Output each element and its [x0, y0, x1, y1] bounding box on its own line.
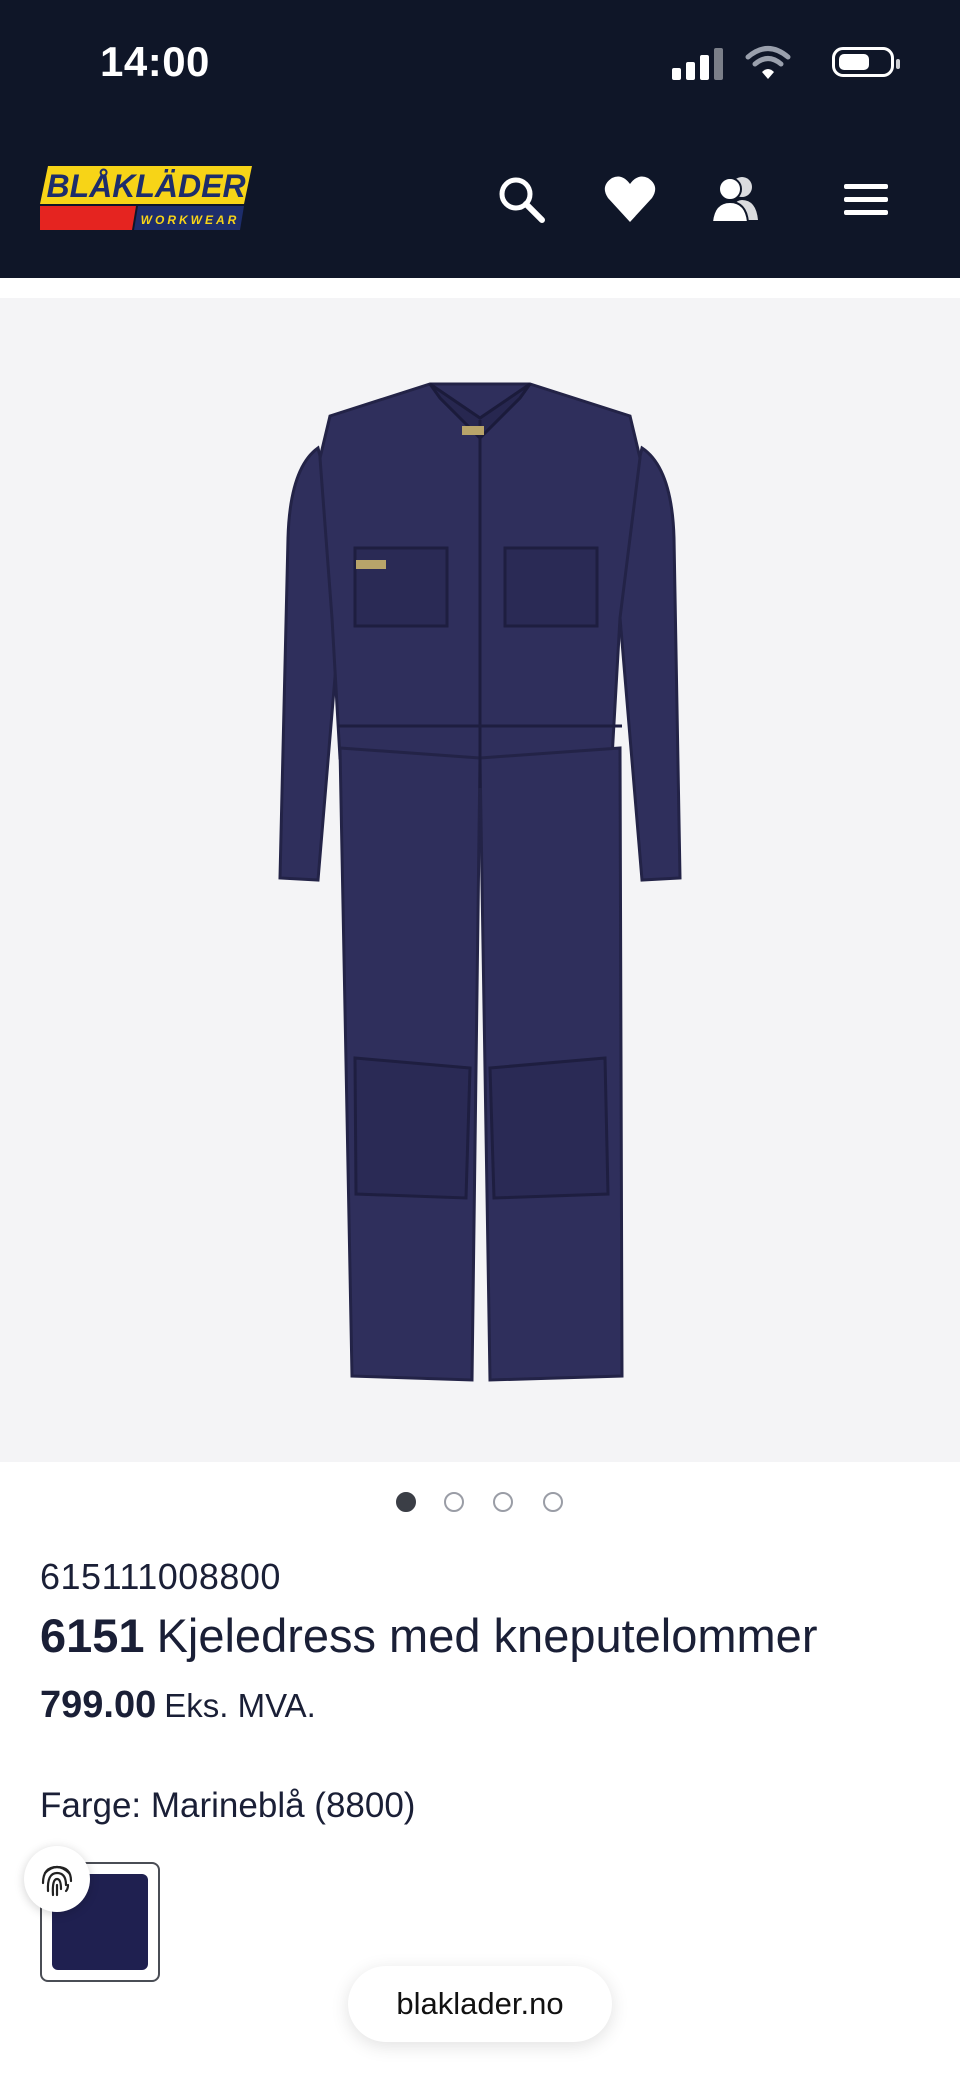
product-model-number: 6151 — [40, 1609, 145, 1662]
color-label: Farge: Marineblå (8800) — [40, 1786, 416, 1825]
account-icon[interactable] — [708, 172, 764, 228]
search-icon[interactable] — [494, 172, 550, 228]
logo-subtext: WORKWEAR — [141, 213, 240, 227]
gallery-pagination — [0, 1492, 960, 1516]
browser-url-pill[interactable]: blaklader.no — [348, 1966, 612, 2042]
gallery-dot-2[interactable] — [444, 1492, 464, 1512]
gallery-dot-1[interactable] — [396, 1492, 416, 1512]
fingerprint-icon[interactable] — [24, 1846, 90, 1912]
gallery-dot-3[interactable] — [493, 1492, 513, 1512]
status-icons — [654, 44, 900, 84]
signal-icon — [672, 46, 724, 80]
price-note: Eks. MVA. — [164, 1687, 316, 1724]
logo-text: BLÅKLÄDER — [46, 168, 245, 204]
heart-icon[interactable] — [602, 172, 658, 228]
wifi-icon — [745, 46, 791, 79]
menu-icon[interactable] — [838, 172, 894, 228]
gallery-dot-4[interactable] — [543, 1492, 563, 1512]
price-amount: 799.00 — [40, 1684, 157, 1726]
blaklader-logo[interactable]: BLÅKLÄDER WORKWEAR — [40, 166, 252, 232]
coverall-image — [278, 382, 682, 1382]
top-header: 14:00 BLÅKLÄDER WORKWEAR — [0, 0, 960, 278]
product-price: 799.00 Eks. MVA. — [40, 1684, 316, 1727]
status-time: 14:00 — [100, 38, 210, 85]
product-sku: 615111008800 — [40, 1556, 281, 1597]
product-image-gallery[interactable] — [0, 298, 960, 1462]
battery-icon — [832, 47, 900, 77]
product-name: Kjeledress med kneputelommer — [156, 1609, 818, 1662]
product-title: 6151 Kjeledress med kneputelommer — [40, 1608, 817, 1663]
